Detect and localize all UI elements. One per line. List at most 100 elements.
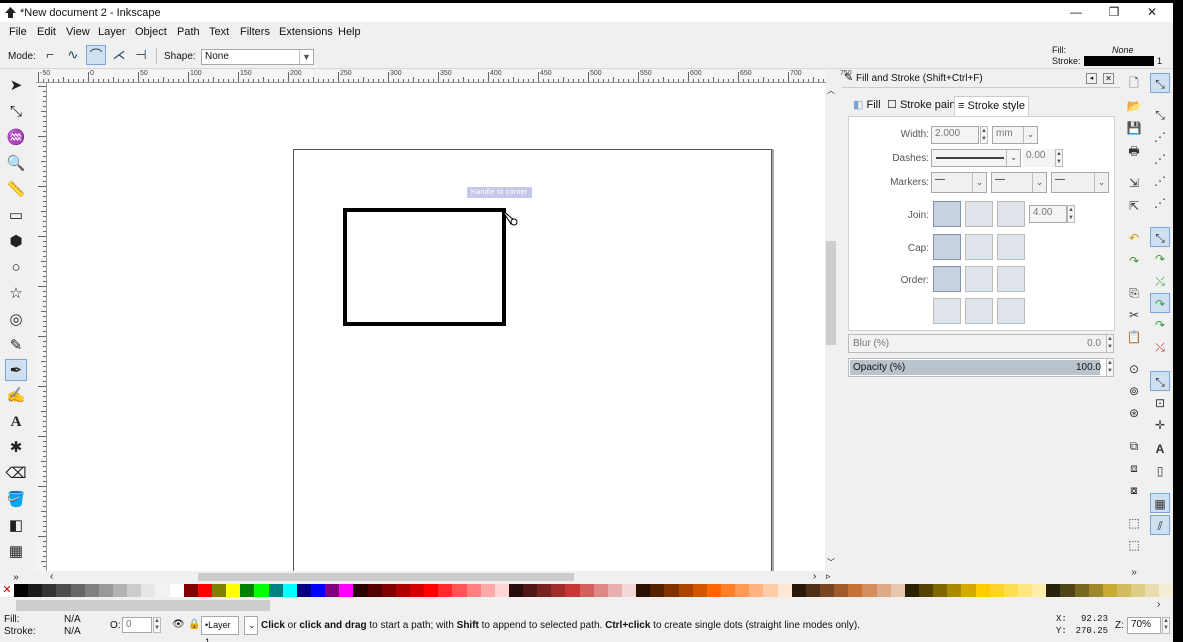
snap-center-icon[interactable]: ⊡	[1150, 393, 1170, 413]
snap-grid-icon[interactable]: ▦	[1150, 493, 1170, 513]
order-markers-stroke-icon[interactable]	[933, 298, 961, 324]
copy-icon[interactable]: ⎘	[1124, 283, 1144, 303]
menu-layer[interactable]: Layer	[98, 26, 126, 38]
color-swatch[interactable]	[395, 584, 410, 597]
horizontal-scroll-thumb[interactable]	[198, 573, 574, 581]
more-commands-icon[interactable]: »	[1124, 563, 1144, 583]
ungroup-icon[interactable]: ⬚	[1124, 535, 1144, 555]
color-swatch[interactable]	[735, 584, 750, 597]
color-swatch[interactable]	[197, 584, 212, 597]
color-palette[interactable]: ✕	[0, 584, 1173, 597]
color-swatch[interactable]	[848, 584, 863, 597]
selector-tool-icon[interactable]: ➤	[5, 75, 27, 97]
pen-tool-icon[interactable]: ✒	[5, 359, 27, 381]
color-swatch[interactable]	[1088, 584, 1103, 597]
color-swatch[interactable]	[537, 584, 552, 597]
color-swatch[interactable]	[678, 584, 693, 597]
unlink-clone-icon[interactable]: ⧇	[1124, 480, 1144, 500]
layer-dropdown-icon[interactable]: ⌄	[244, 616, 258, 635]
no-paint-icon[interactable]: ✕	[0, 584, 14, 597]
color-swatch[interactable]	[1131, 584, 1146, 597]
width-spinner[interactable]: ▲ ▼	[980, 126, 988, 144]
color-swatch[interactable]	[494, 584, 509, 597]
color-swatch[interactable]	[706, 584, 722, 597]
scroll-left-icon[interactable]: ‹	[50, 571, 53, 582]
zoom-selection-icon[interactable]: ⊙	[1124, 359, 1144, 379]
scroll-right-icon[interactable]: ›	[813, 571, 816, 582]
square-cap-icon[interactable]	[997, 234, 1025, 260]
cut-icon[interactable]: ✂	[1124, 305, 1144, 325]
color-swatch[interactable]	[1116, 584, 1132, 597]
snap-midpoint-icon[interactable]: ⤯	[1150, 337, 1170, 357]
menu-object[interactable]: Object	[135, 26, 167, 38]
canvas[interactable]: Handle to corner	[47, 83, 825, 571]
regular-bezier-mode-icon[interactable]: ⌐	[40, 45, 60, 65]
palette-scrollbar[interactable]	[16, 600, 270, 611]
snap-smooth-icon[interactable]: ↷	[1150, 315, 1170, 335]
dash-offset-spinner[interactable]: ▲ ▼	[1055, 149, 1063, 167]
unit-select[interactable]: mm ⌄	[992, 126, 1038, 144]
zoom-input[interactable]: 70%	[1127, 617, 1161, 634]
scroll-down-icon[interactable]: ﹀	[827, 557, 835, 568]
undo-icon[interactable]: ↶	[1124, 228, 1144, 248]
color-swatch[interactable]	[42, 584, 57, 597]
spray-tool-icon[interactable]: ✱	[5, 437, 27, 459]
scroll-up-icon[interactable]: ︿	[827, 85, 835, 96]
color-swatch[interactable]	[84, 584, 99, 597]
blur-spinner[interactable]: ▲ ▼	[1106, 334, 1114, 353]
group-icon[interactable]: ⬚	[1124, 513, 1144, 533]
snap-bbox-center-icon[interactable]: ⋰	[1150, 193, 1170, 213]
snap-rotation-center-icon[interactable]: ✛	[1150, 415, 1170, 435]
close-button[interactable]: ✕	[1133, 3, 1171, 22]
menu-file[interactable]: File	[9, 26, 27, 38]
palette-scroll-right-icon[interactable]: ›	[1157, 599, 1160, 610]
color-swatch[interactable]	[480, 584, 495, 597]
start-marker-select[interactable]: — ⌄	[931, 172, 987, 193]
color-swatch[interactable]	[876, 584, 891, 597]
tweak-tool-icon[interactable]: ♒	[5, 127, 27, 149]
minimize-button[interactable]: —	[1057, 3, 1095, 22]
color-swatch[interactable]	[551, 584, 566, 597]
snap-page-border-icon[interactable]: ▯	[1150, 461, 1170, 481]
paint-bucket-tool-icon[interactable]: 🪣	[5, 489, 27, 511]
new-document-icon[interactable]: 🗋	[1124, 73, 1144, 93]
color-swatch[interactable]	[155, 584, 170, 597]
menu-extensions[interactable]: Extensions	[279, 26, 333, 38]
miter-limit-input[interactable]: 4.00	[1029, 205, 1067, 223]
horizontal-scrollbar[interactable]: ‹ › ▹	[36, 571, 837, 583]
color-swatch[interactable]	[523, 584, 538, 597]
color-swatch[interactable]	[240, 584, 255, 597]
color-swatch[interactable]	[1145, 584, 1160, 597]
color-swatch[interactable]	[268, 584, 283, 597]
zigzag-mode-icon[interactable]: ⋌	[109, 45, 129, 65]
bspline-mode-icon[interactable]: ⌒	[86, 45, 106, 65]
color-swatch[interactable]	[339, 584, 354, 597]
menu-view[interactable]: View	[66, 26, 90, 38]
color-swatch[interactable]	[409, 584, 425, 597]
color-swatch[interactable]	[353, 584, 368, 597]
color-swatch[interactable]	[749, 584, 764, 597]
color-swatch[interactable]	[254, 584, 269, 597]
menu-filters[interactable]: Filters	[240, 26, 270, 38]
print-icon[interactable]: 🖶	[1124, 141, 1144, 161]
color-swatch[interactable]	[127, 584, 142, 597]
color-swatch[interactable]	[141, 584, 156, 597]
color-swatch[interactable]	[975, 584, 990, 597]
snap-toggle-icon[interactable]: ⤡	[1150, 73, 1170, 93]
color-swatch[interactable]	[919, 584, 934, 597]
color-swatch[interactable]	[452, 584, 467, 597]
opacity-spinner[interactable]: ▲ ▼	[1106, 358, 1114, 377]
vertical-scrollbar[interactable]: ︿ ﹀	[825, 83, 837, 571]
order-stroke-markers-icon[interactable]	[965, 298, 993, 324]
color-swatch[interactable]	[183, 584, 198, 597]
measure-tool-icon[interactable]: 📏	[5, 179, 27, 201]
color-swatch[interactable]	[28, 584, 43, 597]
color-swatch[interactable]	[310, 584, 326, 597]
status-opacity-spinner[interactable]: ▲ ▼	[153, 617, 161, 633]
color-swatch[interactable]	[636, 584, 651, 597]
round-join-icon[interactable]	[965, 201, 993, 227]
color-swatch[interactable]	[282, 584, 297, 597]
clone-icon[interactable]: ⧈	[1124, 458, 1144, 478]
color-swatch[interactable]	[1102, 584, 1117, 597]
mid-marker-select[interactable]: — ⌄	[991, 172, 1047, 193]
